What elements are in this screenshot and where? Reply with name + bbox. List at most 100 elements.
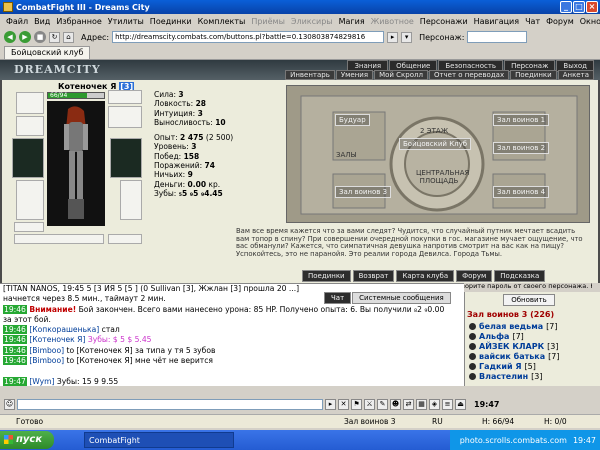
- member-name[interactable]: Альфа: [479, 332, 509, 341]
- menu-item[interactable]: Избранное: [56, 17, 101, 26]
- start-button[interactable]: пуск: [0, 431, 54, 449]
- sub-menu-item[interactable]: Анкета: [557, 70, 594, 80]
- menu-item[interactable]: Приёмы: [251, 17, 285, 26]
- action-button[interactable]: Карта клуба: [396, 270, 455, 282]
- action-button[interactable]: Форум: [456, 270, 493, 282]
- refresh-button[interactable]: Обновить: [503, 294, 555, 306]
- offhand-slot[interactable]: [110, 138, 142, 178]
- member-row[interactable]: Гадкий Я [5]: [469, 362, 536, 371]
- sub-menu-item[interactable]: Отчет о переводах: [428, 70, 510, 80]
- sub-menu-item[interactable]: Мой Скролл: [374, 70, 428, 80]
- person-icon[interactable]: ☻: [390, 399, 401, 410]
- menu-item[interactable]: Чат: [525, 17, 540, 26]
- action-button[interactable]: Возврат: [352, 270, 395, 282]
- menu-item[interactable]: Файл: [6, 17, 28, 26]
- action-button[interactable]: Поединки: [302, 270, 351, 282]
- sub-menu-item[interactable]: Поединки: [510, 70, 557, 80]
- legs-slot[interactable]: [120, 180, 142, 220]
- clear-icon[interactable]: ✕: [338, 399, 349, 410]
- weapon-slot[interactable]: [12, 138, 44, 178]
- map-hall-2[interactable]: Зал воинов 2: [493, 142, 550, 154]
- member-name[interactable]: АЙЗЕК КЛАРК: [479, 342, 544, 351]
- menu-item[interactable]: Форум: [546, 17, 574, 26]
- tab-fight-club[interactable]: Бойцовский клуб: [4, 46, 91, 59]
- stat-label: Выносливость:: [154, 117, 216, 127]
- menu-item[interactable]: Утилиты: [108, 17, 144, 26]
- sub-menu-item[interactable]: Умения: [335, 70, 374, 80]
- filter-icon[interactable]: ⚑: [351, 399, 362, 410]
- member-name[interactable]: вайсик батька: [479, 352, 545, 361]
- armor-slot[interactable]: [16, 180, 44, 220]
- chat-input[interactable]: [17, 399, 323, 410]
- map-boudoir[interactable]: Будуар: [335, 114, 370, 126]
- person-input[interactable]: [467, 31, 528, 43]
- member-row[interactable]: АЙЗЕК КЛАРК [3]: [469, 342, 558, 351]
- tab-chat[interactable]: Чат: [324, 292, 352, 304]
- character-avatar[interactable]: [47, 101, 105, 226]
- member-name[interactable]: Властелин: [479, 372, 528, 381]
- close-icon[interactable]: ×: [586, 1, 598, 13]
- go-icon[interactable]: ▸: [387, 31, 399, 43]
- send-icon[interactable]: ▸: [325, 399, 336, 410]
- bag-icon[interactable]: ◈: [429, 399, 440, 410]
- member-row[interactable]: Властелин [3]: [469, 372, 543, 381]
- home-icon[interactable]: ⌂: [63, 31, 74, 43]
- map-hall-1[interactable]: Зал воинов 1: [493, 114, 550, 126]
- tab-system-messages[interactable]: Системные сообщения: [352, 292, 451, 304]
- exit-icon[interactable]: ⏏: [455, 399, 466, 410]
- chat-author[interactable]: [Bimboo]: [29, 346, 64, 355]
- back-icon[interactable]: ◀: [4, 31, 16, 43]
- member-row[interactable]: Альфа [7]: [469, 332, 524, 341]
- belt-slot[interactable]: [14, 222, 44, 232]
- chat-tabs: Чат Системные сообщения: [324, 292, 451, 304]
- taskbar-item[interactable]: CombatFight: [84, 432, 234, 448]
- menu-item[interactable]: Животное: [371, 17, 414, 26]
- member-row[interactable]: белая ведьма [7]: [469, 322, 557, 331]
- stat-value: 158: [183, 151, 200, 161]
- menu-item[interactable]: Эликсиры: [291, 17, 333, 26]
- sub-menu-item[interactable]: Инвентарь: [285, 70, 335, 80]
- maximize-icon[interactable]: □: [573, 1, 585, 13]
- pencil-icon[interactable]: ✎: [377, 399, 388, 410]
- stat-row: Побед: 158: [154, 152, 233, 161]
- map-fight-club[interactable]: Бойцовский Клуб: [399, 138, 472, 150]
- member-name[interactable]: Гадкий Я: [479, 362, 522, 371]
- title-bar: CombatFight III - Dreams City _ □ ×: [0, 0, 600, 14]
- member-name[interactable]: белая ведьма: [479, 322, 543, 331]
- refresh-icon[interactable]: ↻: [49, 31, 60, 43]
- menu-item[interactable]: Навигация: [474, 17, 519, 26]
- boots-slot[interactable]: [108, 234, 142, 244]
- stop-icon[interactable]: ■: [34, 31, 46, 43]
- scroll-icon[interactable]: ≡: [442, 399, 453, 410]
- map-central-square[interactable]: ЦЕНТРАЛЬНАЯ ПЛОЩАДЬ: [413, 168, 469, 186]
- smile-icon[interactable]: ☺: [4, 399, 15, 410]
- menu-item[interactable]: Окно: [580, 17, 600, 26]
- map-icon[interactable]: ▦: [416, 399, 427, 410]
- map-hall-4[interactable]: Зал воинов 4: [493, 186, 550, 198]
- earring-slot[interactable]: [108, 90, 142, 104]
- sword-icon[interactable]: ⚔: [364, 399, 375, 410]
- menu-item[interactable]: Поединки: [150, 17, 192, 26]
- chat-author[interactable]: [Котеночек Я]: [29, 335, 85, 344]
- game-clock: 19:47: [474, 400, 500, 409]
- forward-icon[interactable]: ▶: [19, 31, 31, 43]
- amulet-slot[interactable]: [16, 116, 44, 136]
- chat-author[interactable]: [Копкорашенька]: [29, 325, 99, 334]
- url-input[interactable]: http://dreamscity.combats.com/buttons.pl…: [112, 31, 385, 43]
- map-hall-3[interactable]: Зал воинов 3: [335, 186, 392, 198]
- chat-author[interactable]: [Wym]: [29, 377, 54, 386]
- rings-slot[interactable]: [14, 234, 104, 244]
- member-row[interactable]: вайсик батька [7]: [469, 352, 559, 361]
- menu-item[interactable]: Комплекты: [198, 17, 246, 26]
- gloves-slot[interactable]: [108, 106, 142, 128]
- menu-item[interactable]: Магия: [339, 17, 365, 26]
- trade-icon[interactable]: ⇄: [403, 399, 414, 410]
- helmet-slot[interactable]: [16, 92, 44, 114]
- action-button[interactable]: Подсказка: [494, 270, 546, 282]
- dropdown-icon[interactable]: ▾: [401, 31, 413, 43]
- city-map[interactable]: Будуар Зал воинов 1 2 ЭТАЖ Бойцовский Кл…: [286, 85, 590, 223]
- chat-author[interactable]: [Bimboo]: [29, 356, 64, 365]
- minimize-icon[interactable]: _: [560, 1, 572, 13]
- menu-item[interactable]: Персонажи: [420, 17, 468, 26]
- menu-item[interactable]: Вид: [34, 17, 50, 26]
